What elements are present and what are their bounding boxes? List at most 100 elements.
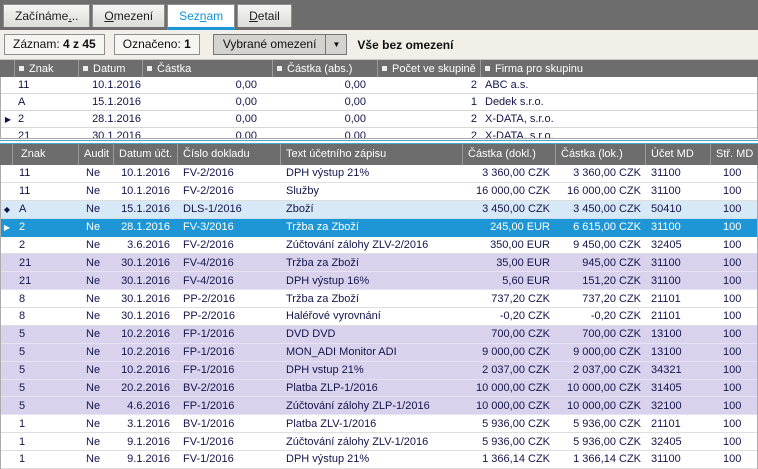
marker-cell bbox=[1, 128, 15, 138]
cell-datum-uct: 10.2.2016 bbox=[114, 328, 178, 340]
column-header-datum[interactable]: Datum bbox=[78, 60, 142, 77]
toolbar: Záznam: 4 z 45 Označeno: 1 Vybrané omeze… bbox=[0, 30, 758, 60]
chevron-down-icon[interactable]: ▼ bbox=[325, 35, 346, 54]
cell-ucet-md: 21101 bbox=[646, 310, 711, 322]
main-table-row[interactable]: 21Ne30.1.2016FV-4/2016DPH výstup 16%5,60… bbox=[1, 272, 757, 290]
group-table-header: ZnakDatumČástkaČástka (abs.)Počet ve sku… bbox=[0, 60, 758, 77]
cell-str-md: 100 bbox=[711, 257, 757, 269]
column-header-pocet-ve-skupine[interactable]: Počet ve skupině bbox=[377, 60, 480, 77]
cell-text-zapisu: DPH vstup 21% bbox=[281, 364, 463, 376]
main-table-row[interactable]: 21Ne30.1.2016FV-4/2016Tržba za Zboží35,0… bbox=[1, 254, 757, 272]
column-header-znak[interactable]: Znak bbox=[12, 144, 78, 165]
cell-audit: Ne bbox=[79, 239, 114, 251]
cell-datum-uct: 10.1.2016 bbox=[114, 167, 178, 179]
cell-audit: Ne bbox=[79, 167, 114, 179]
cell-znak: 2 bbox=[13, 239, 79, 251]
column-header-castka-lok[interactable]: Částka (lok.) bbox=[555, 144, 645, 165]
tab-seznam[interactable]: Seznam bbox=[167, 4, 235, 30]
group-table-row[interactable]: ▶228.1.20160,000,002X-DATA, s.r.o. bbox=[1, 111, 757, 128]
cell-audit: Ne bbox=[79, 400, 114, 412]
main-table-row[interactable]: 5Ne10.2.2016FP-1/2016DPH vstup 21%2 037,… bbox=[1, 362, 757, 380]
main-table-row[interactable]: 11Ne10.1.2016FV-2/2016Služby16 000,00 CZ… bbox=[1, 183, 757, 201]
cell-datum-uct: 10.2.2016 bbox=[114, 346, 178, 358]
cell-castka-lok: 1 366,14 CZK bbox=[556, 453, 646, 465]
cell-castka-dokl: 3 450,00 CZK bbox=[463, 203, 556, 215]
column-header-znak[interactable]: Znak bbox=[14, 60, 78, 77]
restriction-dropdown-button[interactable]: Vybrané omezení ▼ bbox=[213, 34, 348, 55]
cell-castka-dokl: 5 936,00 CZK bbox=[463, 418, 556, 430]
main-table-row[interactable]: 5Ne20.2.2016BV-2/2016Platba ZLP-1/201610… bbox=[1, 380, 757, 398]
cell-str-md: 100 bbox=[711, 239, 757, 251]
cell-ucet-md: 31100 bbox=[646, 185, 711, 197]
group-table-row[interactable]: 1110.1.20160,000,002ABC a.s. bbox=[1, 77, 757, 94]
main-table-row[interactable]: 2Ne3.6.2016FV-2/2016Zúčtování zálohy ZLV… bbox=[1, 237, 757, 255]
cell-cislo-dokladu: FV-1/2016 bbox=[178, 453, 281, 465]
column-header-firma-pro-skupinu[interactable]: Firma pro skupinu bbox=[480, 60, 758, 77]
tab-zaciname[interactable]: Začínáme... bbox=[3, 4, 90, 27]
column-header-ucet-md[interactable]: Účet MD bbox=[645, 144, 710, 165]
column-header-castka[interactable]: Částka bbox=[142, 60, 272, 77]
cell-castka-dokl: 245,00 EUR bbox=[463, 221, 556, 233]
main-table-row[interactable]: 5Ne4.6.2016FP-1/2016Zúčtování zálohy ZLP… bbox=[1, 397, 757, 415]
cell-cislo-dokladu: FV-2/2016 bbox=[178, 167, 281, 179]
column-square-icon bbox=[147, 66, 152, 71]
tab-detail[interactable]: Detail bbox=[237, 4, 292, 27]
cell-ucet-md: 13100 bbox=[646, 346, 711, 358]
column-header-cislo-dokladu[interactable]: Číslo dokladu bbox=[177, 144, 280, 165]
cell-znak: 11 bbox=[15, 77, 79, 93]
column-square-icon bbox=[277, 66, 282, 71]
cell-str-md: 100 bbox=[711, 453, 757, 465]
cell-znak: 5 bbox=[13, 328, 79, 340]
cell-str-md: 100 bbox=[711, 203, 757, 215]
cell-audit: Ne bbox=[79, 203, 114, 215]
cell-castka-dokl: 1 366,14 CZK bbox=[463, 453, 556, 465]
cell-ucet-md: 31100 bbox=[646, 275, 711, 287]
main-table-row[interactable]: 5Ne10.2.2016FP-1/2016MON_ADI Monitor ADI… bbox=[1, 344, 757, 362]
group-table-partial-row-clip: 2130.1.20160,000,002X-DATA, s.r.o. bbox=[0, 128, 758, 138]
column-header-str-md[interactable]: Stř. MD bbox=[710, 144, 758, 165]
main-table-row[interactable]: 8Ne30.1.2016PP-2/2016Tržba za Zboží737,2… bbox=[1, 290, 757, 308]
cell-str-md: 100 bbox=[711, 293, 757, 305]
cell-znak: A bbox=[13, 203, 79, 215]
cell-castka-lok: 737,20 CZK bbox=[556, 293, 646, 305]
cell-text-zapisu: Tržba za Zboží bbox=[281, 293, 463, 305]
cell-castka-dokl: 3 360,00 CZK bbox=[463, 167, 556, 179]
cell-castka-lok: 10 000,00 CZK bbox=[556, 382, 646, 394]
column-header-audit[interactable]: Audit bbox=[78, 144, 113, 165]
group-table-row[interactable]: 2130.1.20160,000,002X-DATA, s.r.o. bbox=[1, 128, 757, 138]
cell-castka-dokl: 700,00 CZK bbox=[463, 328, 556, 340]
main-table-row[interactable]: 1Ne3.1.2016BV-1/2016Platba ZLV-1/20165 9… bbox=[1, 415, 757, 433]
main-table-row[interactable]: 1Ne9.1.2016FV-1/2016Zúčtování zálohy ZLV… bbox=[1, 433, 757, 451]
cell-audit: Ne bbox=[79, 436, 114, 448]
group-table-body: 1110.1.20160,000,002ABC a.s.A15.1.20160,… bbox=[0, 77, 758, 128]
restriction-dropdown-label[interactable]: Vybrané omezení bbox=[214, 35, 326, 54]
main-table-row[interactable]: ◆ANe15.1.2016DLS-1/2016Zboží3 450,00 CZK… bbox=[1, 201, 757, 219]
main-table-row[interactable]: 11Ne10.1.2016FV-2/2016DPH výstup 21%3 36… bbox=[1, 165, 757, 183]
column-square-icon bbox=[83, 66, 88, 71]
column-header-castka-abs[interactable]: Částka (abs.) bbox=[272, 60, 377, 77]
cell-datum: 30.1.2016 bbox=[79, 128, 143, 138]
cell-ucet-md: 34321 bbox=[646, 364, 711, 376]
cell-pocet-ve-skupine: 2 bbox=[378, 128, 481, 138]
cell-cislo-dokladu: FV-3/2016 bbox=[178, 221, 281, 233]
cell-firma-pro-skupinu: Dedek s.r.o. bbox=[481, 94, 757, 110]
cell-audit: Ne bbox=[79, 185, 114, 197]
marked-counter-value: 1 bbox=[184, 37, 191, 51]
cell-datum-uct: 20.2.2016 bbox=[114, 382, 178, 394]
cell-str-md: 100 bbox=[711, 400, 757, 412]
tab-omezeni[interactable]: Omezení bbox=[92, 4, 165, 27]
main-table-row[interactable]: 1Ne9.1.2016FV-1/2016DPH výstup 21%1 366,… bbox=[1, 451, 757, 469]
main-table-body: 11Ne10.1.2016FV-2/2016DPH výstup 21%3 36… bbox=[0, 165, 758, 469]
group-table-row[interactable]: A15.1.20160,000,001Dedek s.r.o. bbox=[1, 94, 757, 111]
column-header-castka-dokl[interactable]: Částka (dokl.) bbox=[462, 144, 555, 165]
main-table-row[interactable]: ▶2Ne28.1.2016FV-3/2016Tržba za Zboží245,… bbox=[1, 219, 757, 237]
main-table-row[interactable]: 5Ne10.2.2016FP-1/2016DVD DVD700,00 CZK70… bbox=[1, 326, 757, 344]
cell-ucet-md: 13100 bbox=[646, 328, 711, 340]
cell-castka-lok: 9 450,00 CZK bbox=[556, 239, 646, 251]
cell-znak: 8 bbox=[13, 310, 79, 322]
column-header-datum-uct[interactable]: Datum účt. bbox=[113, 144, 177, 165]
cell-znak: 11 bbox=[13, 185, 79, 197]
cell-datum-uct: 30.1.2016 bbox=[114, 257, 178, 269]
main-table-row[interactable]: 8Ne30.1.2016PP-2/2016Haléřové vyrovnání-… bbox=[1, 308, 757, 326]
column-header-text-zapisu[interactable]: Text účetního zápisu bbox=[280, 144, 462, 165]
